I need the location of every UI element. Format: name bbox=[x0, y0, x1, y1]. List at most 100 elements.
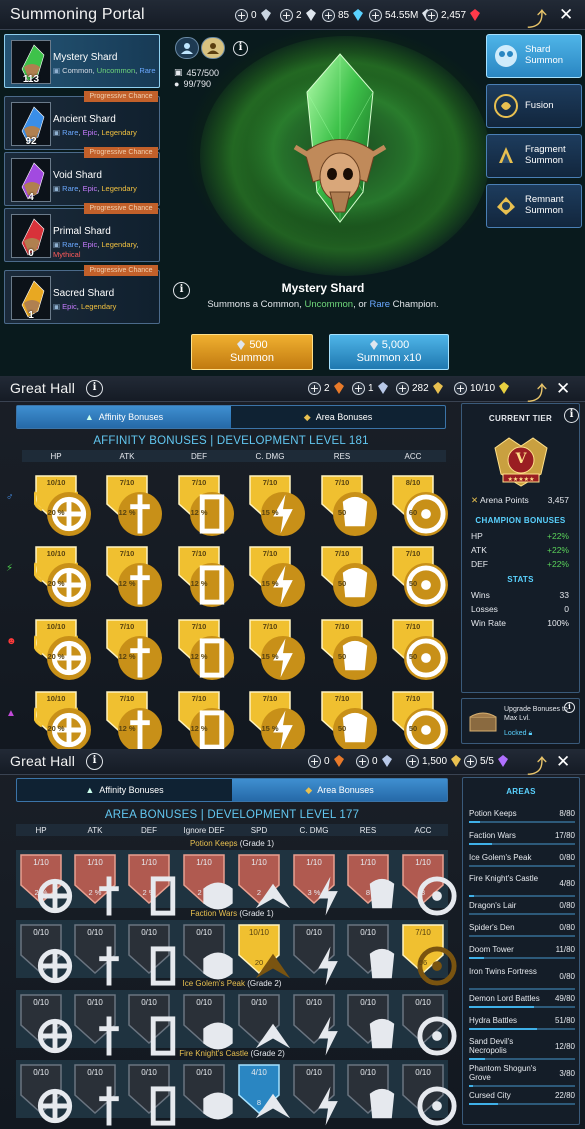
add-currency-button[interactable]: + bbox=[396, 381, 409, 395]
add-currency-button[interactable]: + bbox=[406, 754, 419, 768]
area-bonus-badge[interactable]: 0/10 bbox=[19, 1063, 73, 1124]
title-info-icon[interactable]: i bbox=[86, 753, 103, 770]
area-row-doom-tower[interactable]: Doom Tower 11/80 bbox=[469, 945, 575, 959]
summon-button[interactable]: 500 Summon bbox=[191, 334, 313, 370]
tier-info-icon[interactable]: i bbox=[564, 408, 579, 423]
area-bonus-badge[interactable]: 0/10 bbox=[73, 923, 119, 986]
shard-item-primal-shard[interactable]: Progressive Chance 0 Primal Shard ▣ Rare, E… bbox=[4, 203, 160, 262]
tab-area-bonuses[interactable]: ◆ Area Bonuses bbox=[231, 406, 445, 428]
area-bonus-badge[interactable]: 4/10 8 bbox=[237, 1063, 291, 1119]
area-bonus-badge[interactable]: 0/10 bbox=[292, 1063, 338, 1126]
area-bonus-badge[interactable]: 0/10 bbox=[292, 923, 338, 986]
affinity-bonus-shield[interactable]: 7/10 12 % bbox=[105, 474, 162, 536]
area-bonus-badge[interactable]: 0/10 bbox=[73, 993, 119, 1056]
area-bonus-badge[interactable]: 0/10 bbox=[346, 923, 395, 979]
affinity-bonus-shield[interactable]: 7/10 50 bbox=[391, 690, 448, 749]
mode-button-shard-summon[interactable]: Shard Summon bbox=[486, 34, 582, 78]
area-row-dragon-s-lair[interactable]: Dragon's Lair 0/80 bbox=[469, 901, 575, 916]
area-row-faction-wars[interactable]: Faction Wars 17/80 bbox=[469, 831, 575, 845]
add-currency-button[interactable]: + bbox=[322, 8, 335, 22]
affinity-bonus-shield[interactable]: 7/10 12 % bbox=[105, 545, 162, 607]
close-icon[interactable]: ✕ bbox=[556, 752, 570, 772]
add-currency-button[interactable]: + bbox=[356, 754, 369, 768]
area-row-fire-knight-s-castle[interactable]: Fire Knight's Castle 4/80 bbox=[469, 874, 575, 898]
area-row-sand-devil-s-necropolis[interactable]: Sand Devil's Necropolis 12/80 bbox=[469, 1037, 575, 1061]
back-arrow-icon[interactable]: ⤴ bbox=[527, 750, 547, 779]
add-currency-button[interactable]: + bbox=[308, 381, 321, 395]
mode-button-remnant-summon[interactable]: Remnant Summon bbox=[486, 184, 582, 228]
affinity-bonus-shield[interactable]: 7/10 12 % bbox=[177, 545, 234, 607]
area-row-spider-s-den[interactable]: Spider's Den 0/80 bbox=[469, 923, 575, 938]
add-currency-button[interactable]: + bbox=[425, 8, 438, 22]
area-bonus-badge[interactable]: 0/10 bbox=[127, 1063, 176, 1126]
upgrade-panel[interactable]: Upgrade Bonuses to Max Lvl. Locked 🔒︎ i bbox=[461, 698, 580, 744]
close-icon[interactable]: ✕ bbox=[556, 379, 570, 399]
area-bonus-badge[interactable]: 0/10 bbox=[292, 993, 338, 1056]
affinity-bonus-shield[interactable]: 7/10 12 % bbox=[105, 618, 162, 680]
area-bonus-badge[interactable]: 1/10 3 % bbox=[292, 853, 338, 916]
area-bonus-badge[interactable]: 0/10 bbox=[19, 993, 73, 1054]
area-bonus-badge[interactable]: 1/10 2 bbox=[237, 853, 291, 909]
title-info-icon[interactable]: i bbox=[86, 380, 103, 397]
area-bonus-badge[interactable]: 0/10 bbox=[73, 1063, 119, 1126]
area-row-potion-keeps[interactable]: Potion Keeps 8/80 bbox=[469, 809, 575, 823]
affinity-bonus-shield[interactable]: 7/10 15 % bbox=[248, 618, 305, 680]
area-bonus-badge[interactable]: 0/10 bbox=[127, 923, 176, 986]
affinity-bonus-shield[interactable]: 7/10 50 bbox=[320, 545, 377, 607]
affinity-bonus-shield[interactable]: 7/10 50 bbox=[320, 474, 377, 536]
filter-mystery-icon[interactable] bbox=[201, 37, 225, 59]
affinity-bonus-shield[interactable]: 10/10 20 % bbox=[34, 690, 91, 749]
area-bonus-badge[interactable]: 0/10 bbox=[182, 1063, 233, 1120]
affinity-bonus-shield[interactable]: 7/10 12 % bbox=[177, 618, 234, 680]
area-bonus-badge[interactable]: 1/10 2 % bbox=[19, 853, 73, 914]
tab-affinity-bonuses[interactable]: ▲ Affinity Bonuses bbox=[17, 779, 232, 801]
affinity-bonus-shield[interactable]: 8/10 60 bbox=[391, 474, 448, 536]
shard-item-sacred-shard[interactable]: Progressive Chance 1 Sacred Shard ▣ Epic, L… bbox=[4, 265, 160, 324]
affinity-bonus-shield[interactable]: 7/10 15 % bbox=[248, 474, 305, 536]
area-row-ice-golem-s-peak[interactable]: Ice Golem's Peak 0/80 bbox=[469, 853, 575, 867]
area-bonus-badge[interactable]: 0/10 bbox=[182, 923, 233, 980]
tab-affinity-bonuses[interactable]: ▲ Affinity Bonuses bbox=[17, 406, 231, 428]
area-bonus-badge[interactable]: 1/10 8 bbox=[346, 853, 395, 909]
area-bonus-badge[interactable]: 0/10 bbox=[182, 993, 233, 1050]
affinity-bonus-shield[interactable]: 10/10 20 % bbox=[34, 545, 91, 607]
area-row-phantom-shogun-s-grove[interactable]: Phantom Shogun's Grove 3/80 bbox=[469, 1064, 575, 1088]
upgrade-info-icon[interactable]: i bbox=[564, 702, 575, 713]
area-bonus-badge[interactable]: 1/10 2 % bbox=[182, 853, 233, 910]
area-bonus-badge[interactable]: 0/10 bbox=[237, 993, 291, 1049]
shard-item-ancient-shard[interactable]: Progressive Chance 92 Ancient Shard ▣ Rare,… bbox=[4, 91, 160, 150]
area-row-cursed-city[interactable]: Cursed City 22/80 bbox=[469, 1091, 575, 1106]
area-bonus-badge[interactable]: 0/10 bbox=[346, 993, 395, 1049]
back-arrow-icon[interactable]: ⤴ bbox=[527, 377, 547, 406]
affinity-bonus-shield[interactable]: 7/10 50 bbox=[320, 618, 377, 680]
area-bonus-badge[interactable]: 0/10 bbox=[401, 993, 457, 1056]
affinity-bonus-shield[interactable]: 7/10 15 % bbox=[248, 690, 305, 749]
filter-champion-icon[interactable] bbox=[175, 37, 199, 59]
affinity-bonus-shield[interactable]: 7/10 50 bbox=[391, 618, 448, 680]
area-bonus-badge[interactable]: 0/10 bbox=[127, 993, 176, 1056]
info-icon[interactable]: i bbox=[233, 41, 248, 56]
affinity-bonus-shield[interactable]: 10/10 20 % bbox=[34, 474, 91, 536]
affinity-bonus-shield[interactable]: 10/10 20 % bbox=[34, 618, 91, 680]
add-currency-button[interactable]: + bbox=[280, 8, 293, 22]
add-currency-button[interactable]: + bbox=[235, 8, 248, 22]
tab-area-bonuses[interactable]: ◆ Area Bonuses bbox=[232, 779, 447, 801]
area-bonus-badge[interactable]: 7/10 56 bbox=[401, 923, 457, 986]
shard-item-mystery-shard[interactable]: 113 Mystery Shard ▣ Common, Uncommon, Rare bbox=[4, 34, 160, 88]
add-currency-button[interactable]: + bbox=[454, 381, 467, 395]
shard-item-void-shard[interactable]: Progressive Chance 4 Void Shard ▣ Rare, Epi… bbox=[4, 147, 160, 206]
add-currency-button[interactable]: + bbox=[464, 754, 477, 768]
add-currency-button[interactable]: + bbox=[308, 754, 321, 768]
area-bonus-badge[interactable]: 0/10 bbox=[19, 923, 73, 984]
affinity-bonus-shield[interactable]: 7/10 50 bbox=[320, 690, 377, 749]
area-row-hydra-battles[interactable]: Hydra Battles 51/80 bbox=[469, 1016, 575, 1030]
area-bonus-badge[interactable]: 1/10 2 % bbox=[127, 853, 176, 916]
mode-button-fragment-summon[interactable]: Fragment Summon bbox=[486, 134, 582, 178]
add-currency-button[interactable]: + bbox=[369, 8, 382, 22]
affinity-bonus-shield[interactable]: 7/10 50 bbox=[391, 545, 448, 607]
area-bonus-badge[interactable]: 1/10 8 bbox=[401, 853, 457, 916]
mode-button-fusion[interactable]: Fusion bbox=[486, 84, 582, 128]
affinity-bonus-shield[interactable]: 7/10 12 % bbox=[105, 690, 162, 749]
affinity-bonus-shield[interactable]: 7/10 12 % bbox=[177, 690, 234, 749]
area-row-demon-lord-battles[interactable]: Demon Lord Battles 49/80 bbox=[469, 994, 575, 1008]
